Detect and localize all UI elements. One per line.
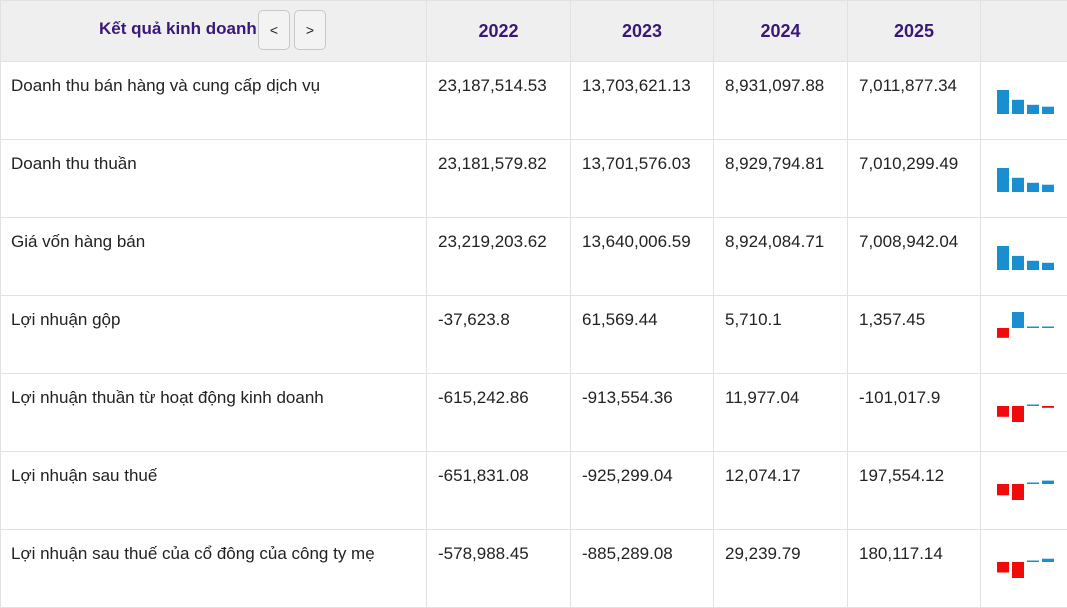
sparkline-chart [981,296,1067,359]
sparkline-bar [997,328,1009,338]
value-cell: -925,299.04 [571,452,714,530]
sparkline-bar [997,406,1009,417]
value-cell: 13,701,576.03 [571,140,714,218]
sparkline-chart [981,374,1067,437]
sparkline-bar [1012,406,1024,422]
sparkline-header [981,1,1067,62]
row-label: Lợi nhuận sau thuế [1,452,427,530]
year-header: 2025 [848,1,981,62]
value-cell: 7,010,299.49 [848,140,981,218]
value-cell: 61,569.44 [571,296,714,374]
sparkline-bar [1012,562,1024,578]
table-title: Kết quả kinh doanh [99,19,257,39]
sparkline-bar [1027,261,1039,270]
header-row: Kết quả kinh doanh < > 2022 2023 2024 20… [1,1,1067,62]
sparkline-bar [1042,185,1054,192]
table-row: Lợi nhuận gộp-37,623.861,569.445,710.11,… [1,296,1067,374]
value-cell: 180,117.14 [848,530,981,608]
value-cell: -101,017.9 [848,374,981,452]
sparkline-bar [997,562,1009,573]
sparkline-cell [981,62,1067,140]
value-cell: 23,219,203.62 [427,218,571,296]
sparkline-bar [997,484,1009,495]
business-results-table: Kết quả kinh doanh < > 2022 2023 2024 20… [0,0,1067,608]
sparkline-chart [981,62,1067,125]
sparkline-bar [1042,406,1054,408]
previous-button[interactable]: < [258,10,290,50]
row-label: Doanh thu bán hàng và cung cấp dịch vụ [1,62,427,140]
value-cell: 8,929,794.81 [714,140,848,218]
sparkline-bar [1012,178,1024,192]
value-cell: 29,239.79 [714,530,848,608]
row-label: Lợi nhuận gộp [1,296,427,374]
value-cell: -578,988.45 [427,530,571,608]
year-header: 2022 [427,1,571,62]
value-cell: -885,289.08 [571,530,714,608]
year-header: 2023 [571,1,714,62]
value-cell: 8,924,084.71 [714,218,848,296]
sparkline-bar [1027,405,1039,407]
value-cell: -913,554.36 [571,374,714,452]
value-cell: 12,074.17 [714,452,848,530]
sparkline-chart [981,530,1067,593]
year-header: 2024 [714,1,848,62]
sparkline-bar [1012,312,1024,328]
sparkline-bar [1027,183,1039,192]
sparkline-cell [981,452,1067,530]
value-cell: 8,931,097.88 [714,62,848,140]
sparkline-bar [1042,559,1054,562]
row-label: Lợi nhuận thuần từ hoạt động kinh doanh [1,374,427,452]
sparkline-bar [1027,483,1039,485]
sparkline-bar [1012,100,1024,114]
table-row: Lợi nhuận sau thuế của cổ đông của công … [1,530,1067,608]
sparkline-bar [1042,107,1054,114]
sparkline-bar [997,168,1009,192]
value-cell: -37,623.8 [427,296,571,374]
sparkline-cell [981,140,1067,218]
sparkline-cell [981,374,1067,452]
table-title-cell: Kết quả kinh doanh < > [1,1,427,62]
sparkline-bar [997,90,1009,114]
value-cell: 13,640,006.59 [571,218,714,296]
table-row: Giá vốn hàng bán23,219,203.6213,640,006.… [1,218,1067,296]
sparkline-cell [981,530,1067,608]
sparkline-chart [981,218,1067,281]
table-row: Lợi nhuận thuần từ hoạt động kinh doanh-… [1,374,1067,452]
sparkline-bar [1027,561,1039,563]
table-row: Doanh thu bán hàng và cung cấp dịch vụ23… [1,62,1067,140]
value-cell: 13,703,621.13 [571,62,714,140]
row-label: Doanh thu thuần [1,140,427,218]
sparkline-cell [981,296,1067,374]
sparkline-cell [981,218,1067,296]
sparkline-bar [1042,481,1054,484]
value-cell: 23,187,514.53 [427,62,571,140]
value-cell: -615,242.86 [427,374,571,452]
value-cell: 23,181,579.82 [427,140,571,218]
row-label: Giá vốn hàng bán [1,218,427,296]
table-row: Doanh thu thuần23,181,579.8213,701,576.0… [1,140,1067,218]
value-cell: 5,710.1 [714,296,848,374]
sparkline-chart [981,452,1067,515]
value-cell: -651,831.08 [427,452,571,530]
value-cell: 1,357.45 [848,296,981,374]
sparkline-bar [1012,484,1024,500]
next-button[interactable]: > [294,10,326,50]
sparkline-bar [1042,263,1054,270]
value-cell: 7,008,942.04 [848,218,981,296]
sparkline-bar [1042,327,1054,329]
sparkline-bar [1027,327,1039,329]
sparkline-bar [1012,256,1024,270]
row-label: Lợi nhuận sau thuế của cổ đông của công … [1,530,427,608]
value-cell: 197,554.12 [848,452,981,530]
table-row: Lợi nhuận sau thuế-651,831.08-925,299.04… [1,452,1067,530]
sparkline-bar [997,246,1009,270]
value-cell: 7,011,877.34 [848,62,981,140]
sparkline-chart [981,140,1067,203]
sparkline-bar [1027,105,1039,114]
value-cell: 11,977.04 [714,374,848,452]
